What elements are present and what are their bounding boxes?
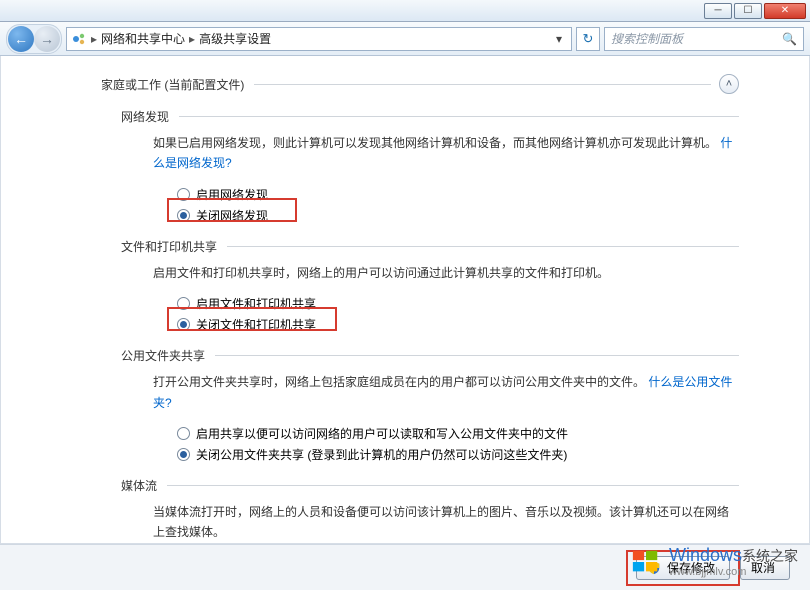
radio-label: 启用共享以便可以访问网络的用户可以读取和写入公用文件夹中的文件 — [196, 425, 568, 442]
chevron-up-icon: ˄ — [726, 78, 732, 90]
arrow-right-icon: → — [40, 31, 54, 47]
close-button[interactable]: ✕ — [764, 3, 806, 19]
radio-disable-network-discovery[interactable]: 关闭网络发现 — [177, 205, 739, 226]
radio-label: 关闭公用文件夹共享 (登录到此计算机的用户仍然可以访问这些文件夹) — [196, 446, 567, 463]
maximize-button[interactable]: ☐ — [734, 3, 762, 19]
radio-label: 关闭网络发现 — [196, 207, 268, 224]
section-title-text: 文件和打印机共享 — [121, 238, 217, 255]
breadcrumb-dropdown[interactable]: ▾ — [551, 32, 567, 46]
radio-enable-public-folder[interactable]: 启用共享以便可以访问网络的用户可以读取和写入公用文件夹中的文件 — [177, 423, 739, 444]
arrow-left-icon: ← — [14, 31, 28, 47]
footer: 保存修改 取消 — [0, 544, 810, 590]
section-title-public-folder: 公用文件夹共享 — [121, 347, 739, 364]
radio-enable-file-printer[interactable]: 启用文件和打印机共享 — [177, 293, 739, 314]
radio-icon-selected[interactable] — [177, 209, 190, 222]
search-box[interactable]: 🔍 — [604, 27, 804, 51]
radio-icon-selected[interactable] — [177, 318, 190, 331]
divider — [227, 246, 739, 247]
divider — [215, 355, 739, 356]
radio-icon[interactable] — [177, 427, 190, 440]
radio-disable-public-folder[interactable]: 关闭公用文件夹共享 (登录到此计算机的用户仍然可以访问这些文件夹) — [177, 444, 739, 465]
radio-label: 启用网络发现 — [196, 186, 268, 203]
content-area: 家庭或工作 (当前配置文件) ˄ 网络发现 如果已启用网络发现，则此计算机可以发… — [0, 56, 810, 544]
network-discovery-description: 如果已启用网络发现，则此计算机可以发现其他网络计算机和设备，而其他网络计算机亦可… — [153, 133, 739, 174]
radio-label: 启用文件和打印机共享 — [196, 295, 316, 312]
collapse-button[interactable]: ˄ — [719, 74, 739, 94]
file-printer-description: 启用文件和打印机共享时，网络上的用户可以访问通过此计算机共享的文件和打印机。 — [153, 263, 739, 283]
save-button-label: 保存修改 — [667, 559, 715, 576]
section-title-network-discovery: 网络发现 — [121, 108, 739, 125]
breadcrumb-item-network-center[interactable]: 网络和共享中心 — [101, 30, 185, 47]
navbar: ← → ▸ 网络和共享中心 ▸ 高级共享设置 ▾ ↻ 🔍 — [0, 22, 810, 56]
public-folder-options: 启用共享以便可以访问网络的用户可以读取和写入公用文件夹中的文件 关闭公用文件夹共… — [177, 423, 739, 465]
section-title-media-stream: 媒体流 — [121, 477, 739, 494]
refresh-button[interactable]: ↻ — [576, 27, 600, 51]
nav-buttons: ← → — [6, 24, 62, 54]
radio-label: 关闭文件和打印机共享 — [196, 316, 316, 333]
public-folder-description: 打开公用文件夹共享时，网络上包括家庭组成员在内的用户都可以访问公用文件夹中的文件… — [153, 372, 739, 413]
chevron-right-icon: ▸ — [189, 32, 195, 46]
cancel-button-label: 取消 — [751, 559, 775, 576]
radio-icon[interactable] — [177, 188, 190, 201]
breadcrumb-item-advanced-sharing[interactable]: 高级共享设置 — [199, 30, 271, 47]
radio-disable-file-printer[interactable]: 关闭文件和打印机共享 — [177, 314, 739, 335]
back-button[interactable]: ← — [8, 26, 34, 52]
media-stream-description: 当媒体流打开时，网络上的人员和设备便可以访问该计算机上的图片、音乐以及视频。该计… — [153, 502, 739, 543]
radio-icon-selected[interactable] — [177, 448, 190, 461]
chevron-right-icon: ▸ — [91, 32, 97, 46]
profile-header: 家庭或工作 (当前配置文件) ˄ — [101, 74, 739, 94]
save-button-wrap: 保存修改 — [636, 556, 730, 580]
divider — [167, 485, 739, 486]
minimize-button[interactable]: ─ — [704, 3, 732, 19]
forward-button[interactable]: → — [34, 26, 60, 52]
search-icon[interactable]: 🔍 — [782, 32, 797, 46]
section-title-text: 网络发现 — [121, 108, 169, 125]
profile-label: 家庭或工作 (当前配置文件) — [101, 76, 244, 93]
titlebar: ─ ☐ ✕ — [0, 0, 810, 22]
cancel-button[interactable]: 取消 — [740, 556, 790, 580]
divider — [179, 116, 739, 117]
save-button[interactable]: 保存修改 — [636, 556, 730, 580]
network-discovery-options: 启用网络发现 关闭网络发现 — [177, 184, 739, 226]
section-title-text: 媒体流 — [121, 477, 157, 494]
section-title-file-printer: 文件和打印机共享 — [121, 238, 739, 255]
section-title-text: 公用文件夹共享 — [121, 347, 205, 364]
breadcrumb[interactable]: ▸ 网络和共享中心 ▸ 高级共享设置 ▾ — [66, 27, 572, 51]
refresh-icon: ↻ — [583, 31, 594, 47]
search-input[interactable] — [611, 32, 782, 46]
radio-enable-network-discovery[interactable]: 启用网络发现 — [177, 184, 739, 205]
uac-shield-icon — [647, 561, 661, 575]
file-printer-options: 启用文件和打印机共享 关闭文件和打印机共享 — [177, 293, 739, 335]
radio-icon[interactable] — [177, 297, 190, 310]
divider — [254, 84, 711, 85]
network-center-icon — [71, 31, 87, 47]
